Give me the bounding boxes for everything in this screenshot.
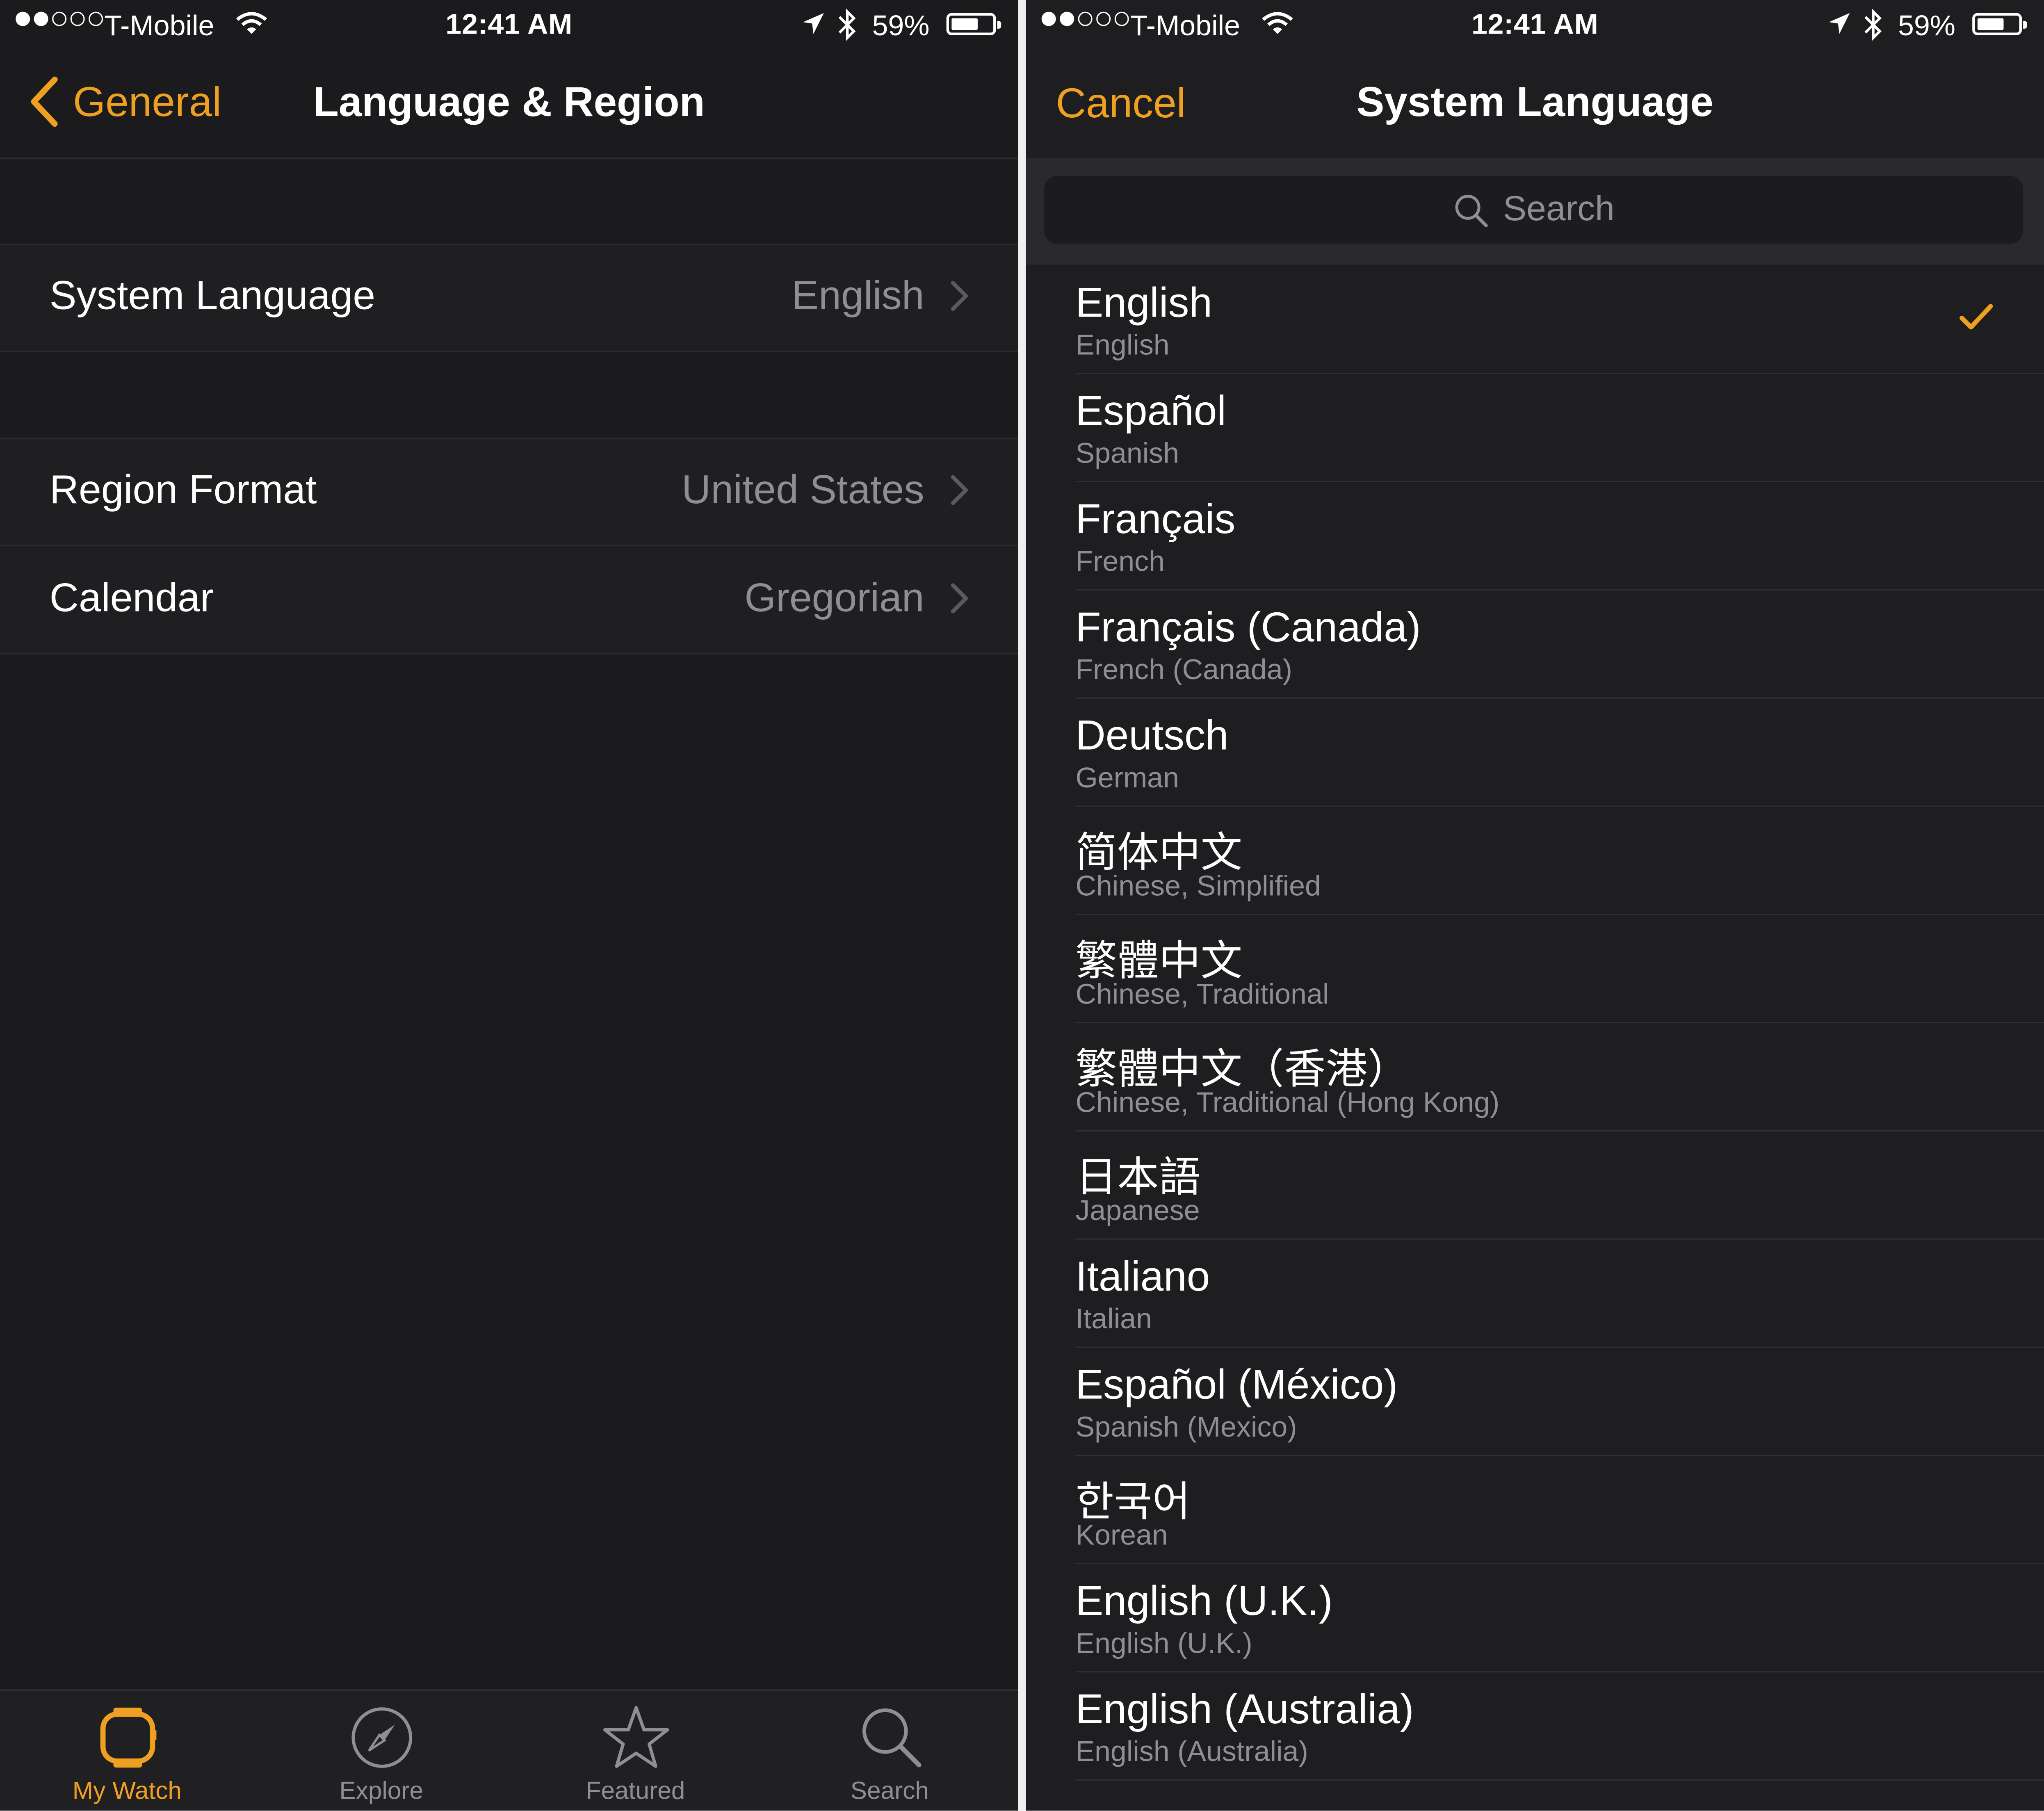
language-english-name: Korean [1075,1519,1168,1551]
language-english-name: French [1075,545,1165,578]
location-arrow-icon [803,13,824,34]
language-native-name: English (Australia) [1075,1685,1414,1733]
location-arrow-icon [1829,13,1850,34]
battery-icon [946,13,1001,35]
system-language-screen: T-Mobile 12:41 AM 59% Cancel System Lang… [1026,0,2044,1811]
language-native-name: Français [1075,495,1236,543]
language-row[interactable]: Español Spanish [1026,374,2044,483]
language-english-name: Spanish [1075,436,1179,470]
tab-bar: My Watch Explore Featured Search [0,1689,1018,1811]
row-separator [1075,1779,2044,1781]
page-title: Language & Region [313,78,705,125]
language-row[interactable]: Français French [1026,482,2044,591]
tab-my-watch[interactable]: My Watch [0,1691,254,1811]
language-row[interactable]: 繁體中文（香港） Chinese, Traditional (Hong Kong) [1026,1023,2044,1131]
checkmark-icon [1960,304,1993,330]
tab-label: My Watch [72,1778,182,1806]
language-group: System Language English [0,244,1018,352]
tab-label: Featured [586,1778,685,1806]
page-title: System Language [1356,78,1713,125]
battery-percent: 59% [872,9,930,42]
search-input[interactable]: Search [1044,176,2023,244]
language-english-name: Chinese, Traditional [1075,977,1329,1010]
language-english-name: Spanish (Mexico) [1075,1410,1297,1443]
language-row[interactable]: English English [1026,266,2044,374]
calendar-value: Gregorian [744,575,924,620]
compass-icon [351,1707,413,1768]
navigation-bar: Cancel System Language [1026,52,2044,156]
language-english-name: English (U.K.) [1075,1626,1252,1660]
language-english-name: Chinese, Simplified [1075,869,1321,902]
language-english-name: English [1075,328,1170,361]
status-bar: T-Mobile 12:41 AM 59% [1026,0,2044,52]
chevron-right-icon [951,281,968,311]
nav-divider [0,157,1018,159]
bluetooth-icon [838,8,856,41]
region-format-value: United States [682,466,924,513]
system-language-value: English [792,272,924,318]
watch-icon [100,1707,157,1768]
bluetooth-icon [1864,8,1882,41]
language-english-name: Chinese, Traditional (Hong Kong) [1075,1086,1500,1119]
language-row[interactable]: English (U.K.) English (U.K.) [1026,1564,2044,1673]
language-row[interactable]: Deutsch German [1026,699,2044,807]
language-native-name: Italiano [1075,1252,1210,1300]
language-row[interactable]: 简体中文 Chinese, Simplified [1026,807,2044,915]
region-group: Region Format United States Calendar Gre… [0,438,1018,655]
language-native-name: Español [1075,387,1226,434]
screenshot-divider [1018,0,1026,1811]
language-english-name: Italian [1075,1302,1152,1335]
search-placeholder: Search [1503,189,1615,228]
navigation-bar: General Language & Region [0,52,1018,156]
chevron-right-icon [951,475,968,505]
region-format-label: Region Format [49,466,317,513]
tab-label: Search [850,1778,929,1806]
language-row[interactable]: 한국어 Korean [1026,1456,2044,1565]
language-native-name: Deutsch [1075,712,1229,759]
chevron-right-icon [951,583,968,614]
language-row[interactable]: 日本語 Japanese [1026,1131,2044,1240]
tab-explore[interactable]: Explore [254,1691,509,1811]
tab-search[interactable]: Search [762,1691,1017,1811]
status-time: 12:41 AM [445,8,573,41]
language-region-screen: T-Mobile 12:41 AM 59% General Language &… [0,0,1018,1811]
language-row[interactable]: 繁體中文 Chinese, Traditional [1026,915,2044,1024]
language-row[interactable]: Français (Canada) French (Canada) [1026,591,2044,699]
system-language-label: System Language [49,272,376,318]
battery-icon [1972,13,2027,35]
language-row[interactable]: Español (México) Spanish (Mexico) [1026,1348,2044,1456]
language-native-name: Français (Canada) [1075,603,1421,651]
screenshot-stage: T-Mobile 12:41 AM 59% General Language &… [0,0,2044,1811]
tab-label: Explore [339,1778,424,1806]
language-native-name: Español (México) [1075,1361,1398,1408]
language-english-name: English (Australia) [1075,1735,1308,1768]
search-bar: Search [1026,157,2044,265]
language-english-name: French (Canada) [1075,653,1292,686]
language-english-name: Japanese [1075,1194,1200,1227]
system-language-row[interactable]: System Language English [0,244,1018,352]
calendar-label: Calendar [49,575,214,620]
language-native-name: English (U.K.) [1075,1577,1333,1624]
star-icon [603,1706,669,1768]
tab-featured[interactable]: Featured [509,1691,763,1811]
language-row[interactable]: Italiano Italian [1026,1240,2044,1348]
search-icon [862,1708,922,1768]
region-format-row[interactable]: Region Format United States [0,438,1018,546]
search-icon [1455,194,1488,228]
language-native-name: English [1075,279,1212,326]
calendar-row[interactable]: Calendar Gregorian [0,546,1018,655]
language-row[interactable]: English (Australia) English (Australia) [1026,1672,2044,1781]
language-english-name: German [1075,761,1179,794]
battery-percent: 59% [1898,9,1956,42]
status-bar: T-Mobile 12:41 AM 59% [0,0,1018,52]
status-time: 12:41 AM [1471,8,1599,41]
